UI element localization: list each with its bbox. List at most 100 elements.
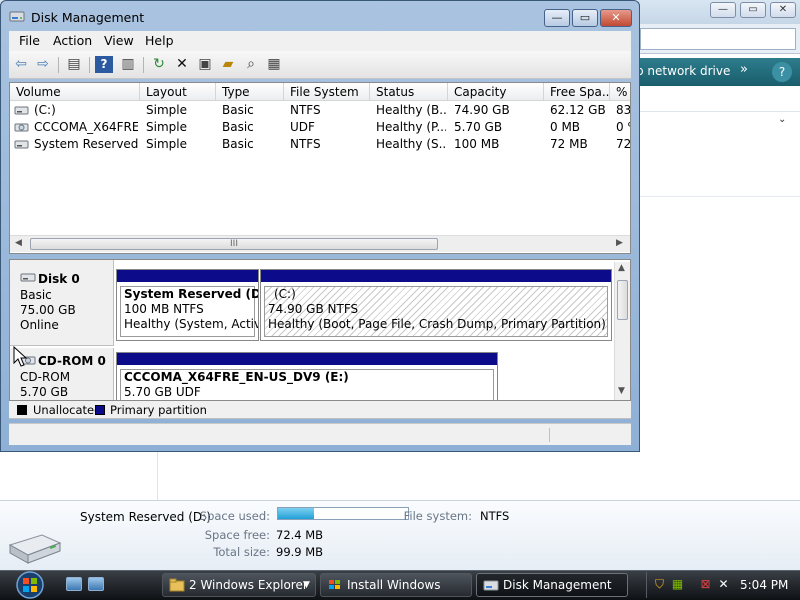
scroll-left-icon[interactable]: ◀ [15, 238, 22, 248]
command-bar-more-button[interactable]: » [740, 62, 748, 77]
hard-drive-icon [14, 106, 29, 115]
folder-icon [169, 578, 185, 592]
vertical-scrollbar[interactable]: ▲ ▼ [614, 262, 630, 400]
legend-label-unallocated: Unallocated [33, 403, 102, 417]
scroll-down-icon[interactable]: ▼ [618, 386, 625, 396]
menu-help[interactable]: Help [145, 33, 174, 48]
properties-icon[interactable]: ▣ [196, 56, 214, 73]
table-row[interactable]: CCCOMA_X64FRE... Simple Basic UDF Health… [10, 119, 630, 136]
column-header-status[interactable]: Status [370, 83, 448, 101]
cell-layout: Simple [146, 103, 187, 117]
taskbar-button-install-windows[interactable]: Install Windows [320, 573, 472, 597]
column-header-volume[interactable]: Volume [10, 83, 140, 101]
toolbar-separator [58, 57, 59, 73]
maximize-button[interactable]: ▭ [572, 9, 598, 27]
action-center-icon[interactable]: ▦ [670, 576, 685, 592]
cell-capacity: 100 MB [454, 137, 500, 151]
cell-layout: Simple [146, 120, 187, 134]
refresh-icon[interactable]: ↻ [150, 56, 168, 73]
horizontal-scrollbar[interactable]: ◀ III ▶ [10, 235, 630, 252]
partition-c[interactable]: (C:) 74.90 GB NTFS Healthy (Boot, Page F… [260, 269, 612, 341]
help-icon[interactable]: ? [772, 62, 792, 82]
scroll-up-icon[interactable]: ▲ [618, 263, 625, 273]
total-size-label: Total size: [213, 545, 270, 559]
partition-cdrom-e[interactable]: CCCOMA_X64FRE_EN-US_DV9 (E:) 5.70 GB UDF [116, 352, 498, 400]
cell-type: Basic [222, 137, 254, 151]
menu-action[interactable]: Action [53, 33, 92, 48]
cell-volume: System Reserved (... [34, 137, 138, 151]
taskbar-button-label: 2 Windows Explorer [189, 578, 308, 592]
explorer-maximize-button[interactable]: ▭ [740, 2, 766, 18]
disk-0-label[interactable]: Disk 0 Basic 75.00 GB Online [10, 260, 114, 346]
volume-list: Volume Layout Type File System Status Ca… [9, 82, 631, 254]
partition-size: 74.90 GB NTFS [268, 302, 359, 316]
status-divider [549, 428, 550, 442]
toolbar: ⇦ ⇨ ▤ ? ▥ ↻ ✕ ▣ ▰ ⌕ ▦ [9, 51, 631, 79]
table-row[interactable]: (C:) Simple Basic NTFS Healthy (B... 74.… [10, 102, 630, 119]
show-hide-tree-icon[interactable]: ▤ [65, 56, 83, 73]
column-header-free-space[interactable]: Free Spa... [544, 83, 610, 101]
partition-status: Healthy (System, Active, [124, 317, 259, 331]
settings-icon[interactable]: ▦ [265, 56, 283, 73]
close-button[interactable]: ✕ [600, 9, 632, 27]
chevron-down-icon[interactable]: ⌄ [778, 114, 786, 125]
properties-view-icon[interactable]: ▥ [119, 56, 137, 73]
file-system-label: File system: [403, 509, 472, 523]
cell-volume: (C:) [34, 103, 56, 117]
map-network-drive-button[interactable]: p network drive [636, 64, 730, 78]
dm-titlebar[interactable]: Disk Management — ▭ ✕ [1, 1, 639, 31]
minimize-button[interactable]: — [544, 9, 570, 27]
menu-file[interactable]: File [19, 33, 40, 48]
column-header-type[interactable]: Type [216, 83, 284, 101]
help-icon[interactable]: ? [95, 56, 113, 73]
disk-name: CD-ROM 0 [38, 354, 106, 368]
table-row[interactable]: System Reserved (... Simple Basic NTFS H… [10, 136, 630, 153]
disk-management-window: Disk Management — ▭ ✕ File Action View H… [0, 0, 640, 452]
partition-system-reserved[interactable]: System Reserved (D:) 100 MB NTFS Healthy… [116, 269, 259, 341]
partition-size: 100 MB NTFS [124, 302, 204, 316]
show-desktop-icon[interactable] [66, 577, 82, 591]
scroll-thumb[interactable] [617, 280, 628, 320]
scroll-right-icon[interactable]: ▶ [616, 238, 623, 248]
toolbar-separator [89, 57, 90, 73]
cell-free-space: 72 MB [550, 137, 588, 151]
cell-status: Healthy (B... [376, 103, 446, 117]
legend-swatch-unallocated [17, 405, 27, 415]
cell-status: Healthy (S... [376, 137, 446, 151]
column-header-percent-free[interactable]: % F [610, 83, 630, 101]
column-header-capacity[interactable]: Capacity [448, 83, 544, 101]
taskbar-button-disk-management[interactable]: Disk Management [476, 573, 628, 597]
explorer-minimize-button[interactable]: — [710, 2, 736, 18]
cell-type: Basic [222, 120, 254, 134]
cell-percent-free: 0 % [616, 120, 630, 134]
partition-body: System Reserved (D:) 100 MB NTFS Healthy… [120, 286, 259, 337]
taskbar-button-windows-explorer[interactable]: 2 Windows Explorer ▼ [162, 573, 316, 597]
explorer-address-input[interactable] [640, 28, 796, 50]
explorer-column-header [640, 88, 800, 112]
cell-file-system: NTFS [290, 137, 321, 151]
column-header-file-system[interactable]: File System [284, 83, 370, 101]
space-free-label: Space free: [204, 528, 270, 542]
back-icon[interactable]: ⇦ [12, 56, 30, 73]
delete-icon[interactable]: ✕ [173, 56, 191, 73]
partition-name: System Reserved (D:) [124, 287, 259, 301]
volume-muted-icon[interactable]: ✕ [716, 576, 731, 592]
scroll-thumb[interactable]: III [30, 238, 438, 250]
explorer-close-button[interactable]: ✕ [770, 2, 796, 18]
explore-icon[interactable]: ⌕ [242, 56, 260, 73]
cell-capacity: 5.70 GB [454, 120, 503, 134]
taskbar-button-label: Disk Management [503, 578, 612, 592]
forward-icon[interactable]: ⇨ [34, 56, 52, 73]
file-system-value: NTFS [480, 509, 510, 523]
network-disconnected-icon[interactable]: ⊠ [698, 576, 713, 592]
clock[interactable]: 5:04 PM [740, 578, 788, 592]
open-folder-icon[interactable]: ▰ [219, 56, 237, 73]
column-header-layout[interactable]: Layout [140, 83, 216, 101]
partition-size: 5.70 GB UDF [124, 385, 201, 399]
volume-list-header: Volume Layout Type File System Status Ca… [10, 83, 630, 101]
switch-windows-icon[interactable] [88, 577, 104, 591]
menu-view[interactable]: View [104, 33, 134, 48]
hard-drive-icon [8, 534, 62, 564]
security-shield-icon[interactable]: ⛉ [652, 576, 667, 592]
start-button[interactable] [10, 570, 50, 600]
